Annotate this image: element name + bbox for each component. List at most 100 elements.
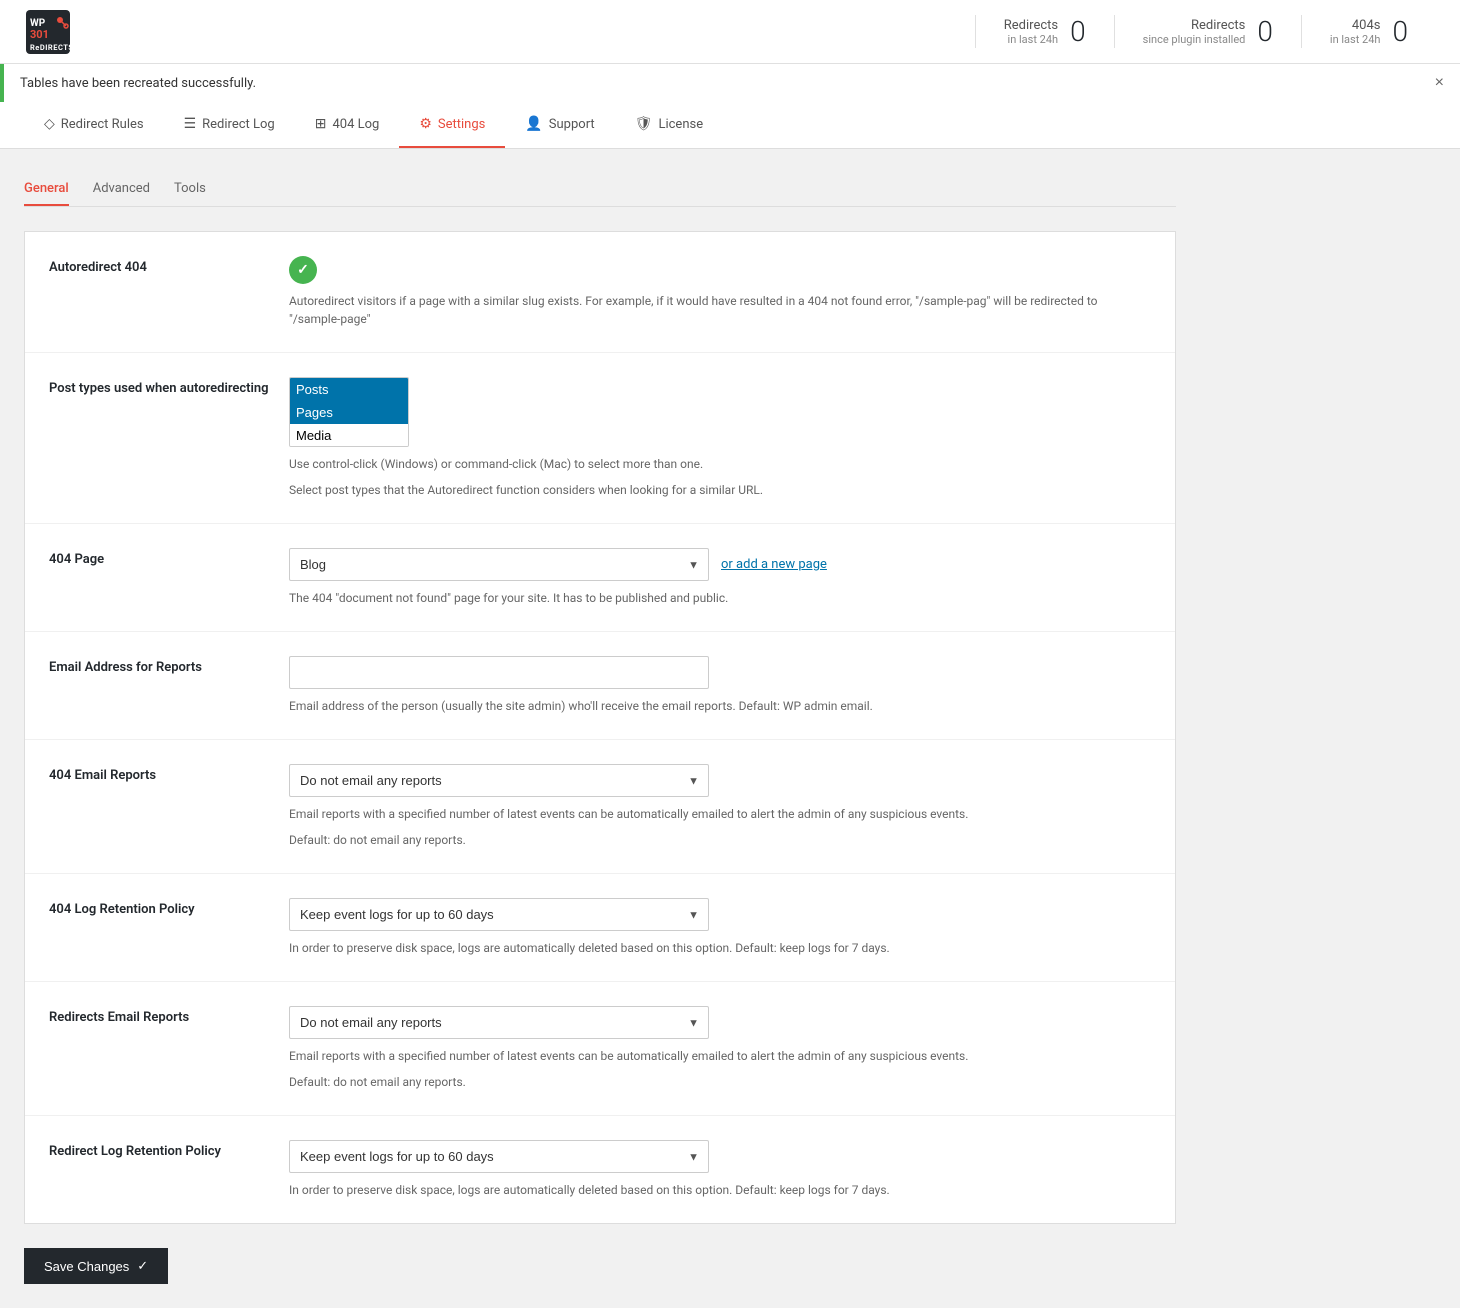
logo-icon: WP 301 ReDIRECTS	[24, 8, 72, 56]
header: WP 301 ReDIRECTS Redirects in last 24h 0…	[0, 0, 1460, 64]
stat-404s-value: 0	[1392, 15, 1408, 48]
autoredirect-desc: Autoredirect visitors if a page with a s…	[289, 292, 1151, 328]
redirect-email-control: Do not email any reports ▼ Email reports…	[289, 1006, 1151, 1091]
save-button[interactable]: Save Changes ✓	[24, 1248, 168, 1284]
log-retention-desc: In order to preserve disk space, logs ar…	[289, 939, 1151, 957]
post-types-desc1: Use control-click (Windows) or command-c…	[289, 455, 1151, 473]
log-retention-select-wrapper: Keep event logs for up to 60 days ▼	[289, 898, 709, 931]
redirect-email-desc1: Email reports with a specified number of…	[289, 1047, 1151, 1065]
tab-404-log[interactable]: ⊞ 404 Log	[295, 102, 400, 148]
redirect-log-retention-desc: In order to preserve disk space, logs ar…	[289, 1181, 1151, 1199]
404-email-desc1: Email reports with a specified number of…	[289, 805, 1151, 823]
tab-redirect-log-label: Redirect Log	[202, 117, 275, 132]
stat-404s-label: 404s	[1330, 18, 1381, 33]
setting-autoredirect: Autoredirect 404 ✓ Autoredirect visitors…	[25, 232, 1175, 353]
stat-redirects-total: Redirects since plugin installed 0	[1114, 15, 1301, 48]
redirect-rules-icon: ◇	[44, 116, 55, 132]
autoredirect-control: ✓ Autoredirect visitors if a page with a…	[289, 256, 1151, 328]
404-page-control: Blog ▼ or add a new page The 404 "docume…	[289, 548, 1151, 607]
header-stats: Redirects in last 24h 0 Redirects since …	[975, 15, 1436, 48]
setting-404-email: 404 Email Reports Do not email any repor…	[25, 740, 1175, 874]
tab-settings-label: Settings	[438, 117, 485, 132]
redirect-log-retention-label: Redirect Log Retention Policy	[49, 1140, 289, 1159]
settings-icon: ⚙	[419, 116, 432, 132]
setting-post-types: Post types used when autoredirecting Pos…	[25, 353, 1175, 524]
sub-tab-tools[interactable]: Tools	[174, 173, 206, 206]
sub-tab-general[interactable]: General	[24, 173, 69, 206]
post-types-label: Post types used when autoredirecting	[49, 377, 289, 396]
autoredirect-toggle[interactable]: ✓	[289, 256, 317, 284]
autoredirect-label: Autoredirect 404	[49, 256, 289, 275]
log-retention-control: Keep event logs for up to 60 days ▼ In o…	[289, 898, 1151, 957]
logo: WP 301 ReDIRECTS	[24, 8, 80, 56]
stat-redirects-24h-sublabel: in last 24h	[1004, 33, 1058, 46]
settings-card: Autoredirect 404 ✓ Autoredirect visitors…	[24, 231, 1176, 1224]
log-retention-label: 404 Log Retention Policy	[49, 898, 289, 917]
save-checkmark-icon: ✓	[137, 1258, 148, 1274]
email-input[interactable]	[289, 656, 709, 689]
404-page-label: 404 Page	[49, 548, 289, 567]
404-page-desc: The 404 "document not found" page for yo…	[289, 589, 1151, 607]
404-email-desc2: Default: do not email any reports.	[289, 831, 1151, 849]
sub-tab-advanced[interactable]: Advanced	[93, 173, 150, 206]
nav-tabs: ◇ Redirect Rules ☰ Redirect Log ⊞ 404 Lo…	[0, 102, 1460, 149]
sub-tabs: General Advanced Tools	[24, 173, 1176, 207]
post-types-desc2: Select post types that the Autoredirect …	[289, 481, 1151, 499]
redirect-email-desc2: Default: do not email any reports.	[289, 1073, 1151, 1091]
tab-license-label: License	[658, 117, 703, 132]
404-page-select-wrapper: Blog ▼	[289, 548, 709, 581]
redirect-log-retention-select[interactable]: Keep event logs for up to 60 days	[289, 1140, 709, 1173]
404-page-select[interactable]: Blog	[289, 548, 709, 581]
post-types-select[interactable]: Posts Pages Media	[289, 377, 409, 447]
tab-settings[interactable]: ⚙ Settings	[399, 102, 505, 148]
404-email-select[interactable]: Do not email any reports	[289, 764, 709, 797]
redirect-log-icon: ☰	[184, 116, 197, 132]
check-icon: ✓	[297, 262, 309, 278]
setting-404-page: 404 Page Blog ▼ or add a new page The 40…	[25, 524, 1175, 632]
notice-close-button[interactable]: ×	[1435, 74, 1444, 92]
page-wrapper: General Advanced Tools Autoredirect 404 …	[0, 149, 1200, 1308]
setting-email: Email Address for Reports Email address …	[25, 632, 1175, 740]
license-icon: 🛡	[635, 116, 653, 132]
404-log-icon: ⊞	[315, 116, 327, 132]
404-email-label: 404 Email Reports	[49, 764, 289, 783]
redirect-email-select[interactable]: Do not email any reports	[289, 1006, 709, 1039]
404-email-control: Do not email any reports ▼ Email reports…	[289, 764, 1151, 849]
log-retention-select[interactable]: Keep event logs for up to 60 days	[289, 898, 709, 931]
email-desc: Email address of the person (usually the…	[289, 697, 1151, 715]
setting-redirect-log-retention: Redirect Log Retention Policy Keep event…	[25, 1116, 1175, 1223]
tab-redirect-rules-label: Redirect Rules	[61, 117, 144, 132]
redirect-email-label: Redirects Email Reports	[49, 1006, 289, 1025]
redirect-log-retention-control: Keep event logs for up to 60 days ▼ In o…	[289, 1140, 1151, 1199]
stat-redirects-24h: Redirects in last 24h 0	[975, 15, 1114, 48]
option-media: Media	[290, 424, 408, 447]
tab-license[interactable]: 🛡 License	[615, 102, 723, 148]
stat-404s-sublabel: in last 24h	[1330, 33, 1381, 46]
stat-redirects-24h-label: Redirects	[1004, 18, 1058, 33]
redirect-email-select-wrapper: Do not email any reports ▼	[289, 1006, 709, 1039]
tab-support-label: Support	[549, 117, 595, 132]
stat-redirects-total-value: 0	[1257, 15, 1273, 48]
notice-text: Tables have been recreated successfully.	[20, 76, 256, 91]
setting-redirect-email: Redirects Email Reports Do not email any…	[25, 982, 1175, 1116]
stat-redirects-total-sublabel: since plugin installed	[1143, 33, 1246, 46]
save-label: Save Changes	[44, 1259, 129, 1274]
stat-404s: 404s in last 24h 0	[1301, 15, 1436, 48]
post-types-control: Posts Pages Media Use control-click (Win…	[289, 377, 1151, 499]
support-icon: 👤	[525, 116, 542, 132]
svg-text:ReDIRECTS: ReDIRECTS	[30, 43, 72, 52]
notice-bar: Tables have been recreated successfully.…	[0, 64, 1460, 102]
redirect-log-retention-select-wrapper: Keep event logs for up to 60 days ▼	[289, 1140, 709, 1173]
tab-404-log-label: 404 Log	[332, 117, 379, 132]
stat-redirects-24h-value: 0	[1070, 15, 1086, 48]
option-pages: Pages	[290, 401, 408, 424]
tab-redirect-rules[interactable]: ◇ Redirect Rules	[24, 102, 164, 148]
option-posts: Posts	[290, 378, 408, 401]
email-control: Email address of the person (usually the…	[289, 656, 1151, 715]
stat-redirects-total-label: Redirects	[1143, 18, 1246, 33]
setting-log-retention: 404 Log Retention Policy Keep event logs…	[25, 874, 1175, 982]
tab-redirect-log[interactable]: ☰ Redirect Log	[164, 102, 295, 148]
404-email-select-wrapper: Do not email any reports ▼	[289, 764, 709, 797]
add-new-page-link[interactable]: or add a new page	[721, 557, 827, 572]
tab-support[interactable]: 👤 Support	[505, 102, 614, 148]
